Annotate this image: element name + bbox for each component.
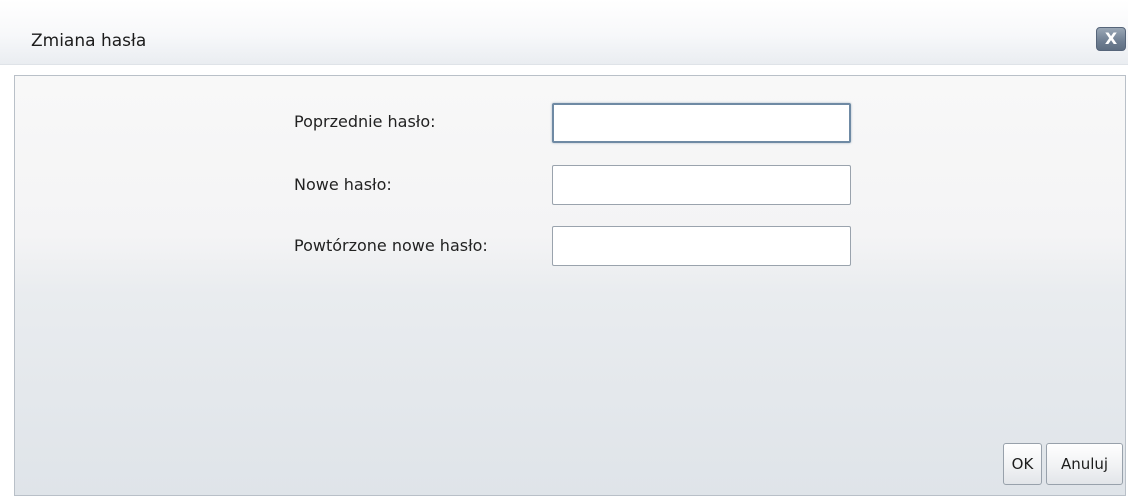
dialog-titlebar: Zmiana hasła X: [0, 0, 1128, 65]
new-password-label: Nowe hasło:: [294, 175, 392, 194]
old-password-field[interactable]: [552, 103, 851, 143]
close-icon: X: [1104, 29, 1118, 48]
old-password-label: Poprzednie hasło:: [294, 112, 436, 131]
new-password-field[interactable]: [552, 165, 851, 205]
ok-button[interactable]: OK: [1003, 443, 1042, 485]
dialog-body: Poprzednie hasło: Nowe hasło: Powtórzone…: [14, 75, 1126, 496]
repeat-password-field[interactable]: [552, 226, 851, 266]
dialog-title: Zmiana hasła: [31, 31, 147, 51]
cancel-button[interactable]: Anuluj: [1046, 443, 1123, 485]
close-button[interactable]: X: [1096, 27, 1126, 51]
change-password-dialog: Zmiana hasła X Poprzednie hasło: Nowe ha…: [0, 0, 1128, 499]
repeat-password-label: Powtórzone nowe hasło:: [294, 236, 488, 255]
